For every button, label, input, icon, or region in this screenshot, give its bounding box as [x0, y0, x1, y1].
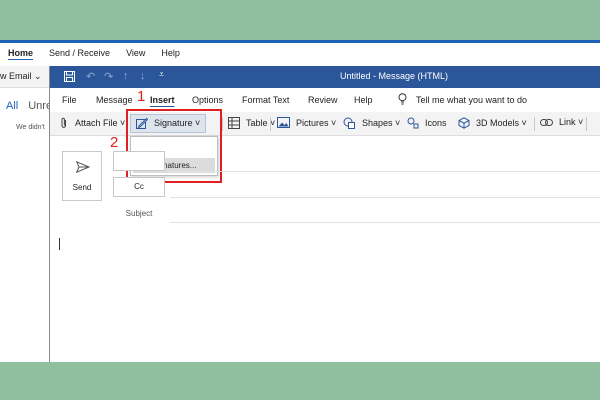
icons-button[interactable]: Icons [407, 117, 447, 129]
compose-menubar: File Message Insert Options Format Text … [50, 90, 600, 110]
background-title-strip [0, 40, 600, 43]
shapes-button[interactable]: Shapes ˅ [343, 117, 400, 129]
to-button[interactable] [113, 151, 165, 171]
ribbon-separator [586, 117, 587, 131]
lightbulb-icon [398, 93, 407, 105]
customize-toolbar-icon[interactable]: ⩡ [159, 69, 164, 80]
attach-file-button[interactable]: Attach File ˅ [60, 117, 125, 129]
send-button[interactable]: Send [62, 151, 102, 201]
tab-send-receive[interactable]: Send / Receive [41, 45, 118, 65]
tab-view[interactable]: View [118, 45, 153, 65]
annotation-step-2: 2 [110, 134, 119, 151]
ribbon-separator [270, 117, 271, 131]
subject-label: Subject [125, 209, 153, 218]
link-label: Link ˅ [559, 117, 584, 127]
folder-filter-tabs: All Unre [6, 100, 52, 112]
icons-label: Icons [425, 118, 447, 128]
3d-models-label: 3D Models ˅ [476, 118, 527, 128]
attach-file-label: Attach File ˅ [75, 118, 126, 128]
cc-field[interactable] [170, 197, 600, 198]
background-ribbon-tabs: Home Send / Receive View Help [0, 45, 188, 65]
up-arrow-icon[interactable]: ↑ [123, 70, 129, 82]
undo-icon[interactable]: ↶ [86, 70, 95, 83]
tab-help[interactable]: Help [354, 95, 373, 105]
compose-titlebar: ↶ ↷ ↑ ↓ ⩡ Untitled - Message (HTML) [50, 66, 600, 88]
new-email-button[interactable]: w Email ⌄ [0, 71, 42, 82]
icons-icon [407, 117, 419, 129]
tab-home[interactable]: Home [0, 45, 41, 65]
pictures-button[interactable]: Pictures ˅ [277, 117, 336, 128]
tab-review[interactable]: Review [308, 95, 338, 105]
paperclip-icon [61, 117, 66, 128]
tab-file[interactable]: File [62, 95, 77, 105]
3d-models-button[interactable]: 3D Models ˅ [458, 117, 527, 129]
redo-icon[interactable]: ↷ [104, 70, 113, 83]
tab-format-text[interactable]: Format Text [242, 95, 289, 105]
empty-folder-message: We didn't [16, 124, 45, 131]
to-field[interactable] [170, 171, 600, 172]
compose-window: ↶ ↷ ↑ ↓ ⩡ Untitled - Message (HTML) File… [49, 66, 600, 362]
pictures-label: Pictures ˅ [296, 117, 337, 128]
down-arrow-icon[interactable]: ↓ [140, 70, 146, 82]
cc-button[interactable]: Cc [113, 177, 165, 197]
ribbon-separator [534, 117, 535, 131]
subject-field[interactable] [170, 222, 600, 223]
link-button[interactable]: Link ˅ [540, 117, 583, 127]
message-body-cursor[interactable] [59, 238, 60, 250]
shapes-label: Shapes ˅ [362, 118, 401, 128]
send-icon [76, 161, 90, 173]
tab-insert[interactable]: Insert [150, 95, 175, 105]
pictures-icon [277, 117, 290, 128]
link-icon [540, 118, 553, 126]
tab-help[interactable]: Help [153, 45, 188, 65]
3d-cube-icon [458, 117, 470, 129]
filter-all[interactable]: All [6, 100, 18, 112]
annotation-step-1: 1 [137, 88, 146, 105]
ribbon-separator [222, 117, 223, 131]
tab-message[interactable]: Message [96, 95, 133, 105]
tell-me-search[interactable]: Tell me what you want to do [416, 95, 527, 105]
window-title: Untitled - Message (HTML) [340, 71, 449, 81]
save-icon[interactable] [64, 71, 75, 82]
tab-options[interactable]: Options [192, 95, 223, 105]
shapes-icon [343, 117, 355, 129]
send-label: Send [72, 183, 92, 192]
table-icon [228, 117, 240, 129]
table-button[interactable]: Table ˅ [228, 117, 275, 129]
